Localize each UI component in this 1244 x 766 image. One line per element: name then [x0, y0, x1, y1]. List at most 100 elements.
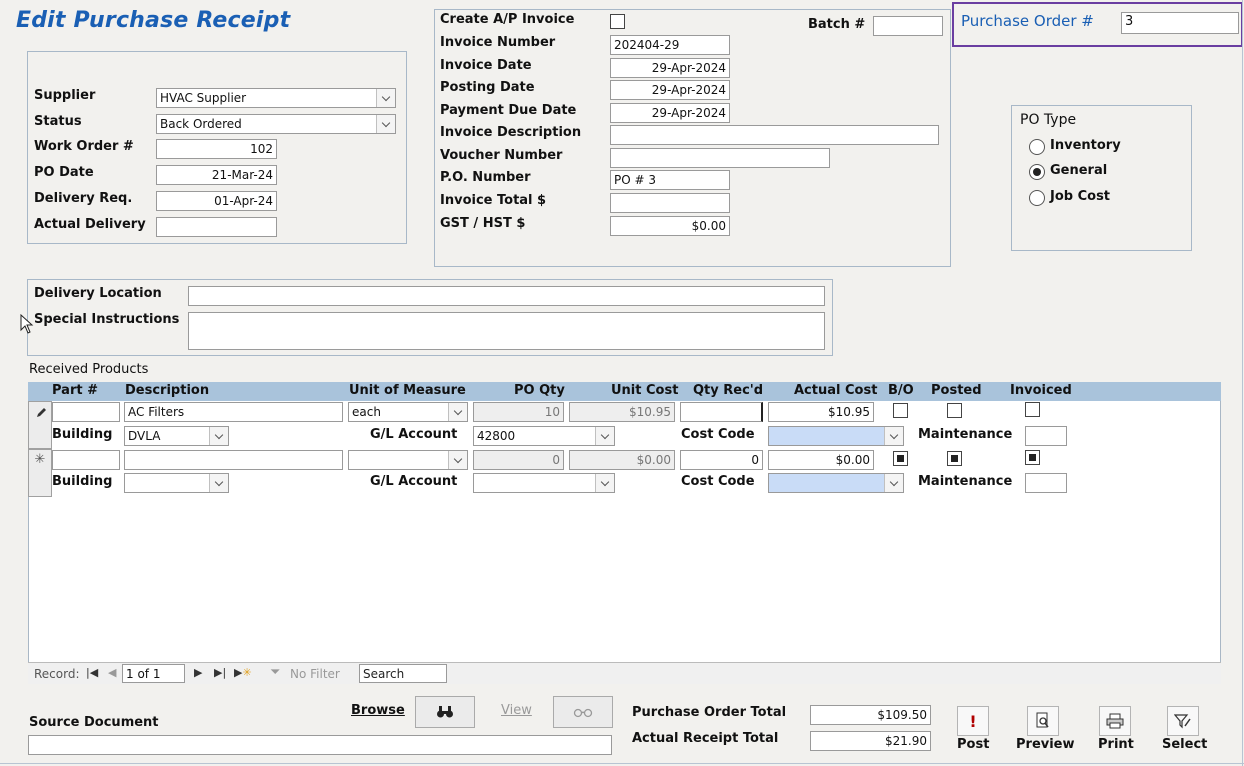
filter-icon[interactable]: ⏷ — [270, 665, 280, 680]
row2-invoiced-checkbox[interactable] — [1025, 450, 1040, 465]
chevron-down-icon[interactable] — [209, 474, 228, 492]
mouse-pointer-icon — [20, 314, 34, 334]
create-ap-label: Create A/P Invoice — [440, 12, 575, 27]
row2-part-field[interactable] — [52, 450, 120, 470]
prev-record-icon[interactable]: ◀ — [108, 666, 116, 679]
row-selector-new[interactable]: ✳ — [28, 449, 52, 497]
invoice-total-label: Invoice Total $ — [440, 193, 547, 208]
po-date-field[interactable]: 21-Mar-24 — [156, 165, 277, 185]
new-record-icon[interactable]: ▶✳ — [234, 666, 252, 679]
filter-select-icon — [1174, 714, 1191, 729]
payment-due-field[interactable]: 29-Apr-2024 — [610, 103, 730, 123]
delivery-req-field[interactable]: 01-Apr-24 — [156, 191, 277, 211]
invoice-desc-field[interactable] — [610, 125, 939, 145]
exclamation-icon: ! — [969, 711, 977, 731]
select-label: Select — [1162, 737, 1208, 752]
row1-bo-checkbox[interactable] — [893, 403, 908, 418]
chevron-down-icon[interactable] — [595, 474, 614, 492]
status-label: Status — [34, 114, 82, 129]
row1-actual-cost-field[interactable]: $10.95 — [768, 402, 874, 422]
post-button[interactable]: ! — [957, 706, 989, 736]
row1-posted-checkbox[interactable] — [947, 403, 962, 418]
print-label: Print — [1098, 737, 1134, 752]
first-record-icon[interactable]: |◀ — [86, 666, 98, 679]
supplier-combo[interactable]: HVAC Supplier — [156, 88, 396, 108]
row1-maintenance-field[interactable] — [1025, 426, 1067, 446]
last-record-icon[interactable]: ▶| — [214, 666, 226, 679]
row1-invoiced-checkbox[interactable] — [1025, 402, 1040, 417]
invoice-total-field[interactable] — [610, 193, 730, 213]
delivery-location-field[interactable] — [188, 286, 825, 306]
invoice-date-field[interactable]: 29-Apr-2024 — [610, 58, 730, 78]
preview-label: Preview — [1016, 737, 1075, 752]
right-edge — [1242, 0, 1243, 766]
row2-building-combo[interactable] — [124, 473, 229, 493]
row1-gl-combo[interactable]: 42800 — [473, 426, 615, 446]
row1-gl-value: 42800 — [477, 429, 516, 443]
row2-bo-checkbox[interactable] — [893, 451, 908, 466]
batch-field[interactable] — [873, 16, 943, 36]
row2-gl-combo[interactable] — [473, 473, 615, 493]
source-document-field[interactable] — [28, 735, 612, 755]
status-combo[interactable]: Back Ordered — [156, 114, 396, 134]
print-button[interactable] — [1099, 706, 1131, 736]
work-order-field[interactable]: 102 — [156, 139, 277, 159]
chevron-down-icon[interactable] — [595, 427, 614, 445]
status-value: Back Ordered — [160, 117, 242, 131]
supplier-label: Supplier — [34, 88, 96, 103]
post-label: Post — [957, 737, 990, 752]
chevron-down-icon[interactable] — [209, 427, 228, 445]
chevron-down-icon[interactable] — [448, 451, 467, 469]
row2-actual-cost-field[interactable]: $0.00 — [768, 450, 874, 470]
row1-cost-code-combo[interactable] — [768, 426, 904, 446]
po-number-label: Purchase Order # — [961, 12, 1094, 30]
row1-po-qty-field: 10 — [473, 402, 564, 422]
po-type-general-radio[interactable] — [1029, 164, 1045, 180]
page-title: Edit Purchase Receipt — [16, 8, 291, 33]
row2-description-field[interactable] — [124, 450, 343, 470]
chevron-down-icon[interactable] — [448, 403, 467, 421]
row1-building-combo[interactable]: DVLA — [124, 426, 229, 446]
row1-uom-combo[interactable]: each — [348, 402, 468, 422]
actual-delivery-field[interactable] — [156, 217, 277, 237]
col-invoiced: Invoiced — [1010, 383, 1072, 398]
row1-cost-code-label: Cost Code — [681, 427, 755, 442]
row-selector-editing[interactable] — [28, 401, 52, 449]
row2-uom-combo[interactable] — [348, 450, 468, 470]
row2-maintenance-field[interactable] — [1025, 473, 1067, 493]
delivery-location-label: Delivery Location — [34, 286, 162, 301]
row2-qty-recd-field[interactable]: 0 — [680, 450, 763, 470]
row1-part-field[interactable] — [52, 402, 120, 422]
chevron-down-icon[interactable] — [376, 89, 395, 107]
po-ref-field[interactable]: PO # 3 — [610, 170, 730, 190]
row2-gl-label: G/L Account — [370, 474, 458, 489]
chevron-down-icon[interactable] — [376, 115, 395, 133]
select-button[interactable] — [1167, 706, 1199, 736]
record-search-field[interactable]: Search — [359, 664, 447, 683]
browse-label[interactable]: Browse — [351, 703, 405, 718]
no-filter-label[interactable]: No Filter — [290, 667, 340, 681]
row2-building-label: Building — [52, 474, 113, 489]
invoice-number-field[interactable]: 202404-29 — [610, 35, 730, 55]
browse-button[interactable] — [415, 696, 475, 728]
special-instructions-field[interactable] — [188, 312, 825, 350]
po-type-inventory-radio[interactable] — [1029, 139, 1045, 155]
preview-button[interactable] — [1027, 706, 1059, 736]
record-position-field[interactable]: 1 of 1 — [122, 664, 185, 683]
row2-cost-code-combo[interactable] — [768, 473, 904, 493]
chevron-down-icon[interactable] — [884, 474, 903, 492]
voucher-field[interactable] — [610, 148, 830, 168]
row2-posted-checkbox[interactable] — [947, 451, 962, 466]
row2-po-qty-field: 0 — [473, 450, 564, 470]
gst-field[interactable]: $0.00 — [610, 216, 730, 236]
po-type-jobcost-radio[interactable] — [1029, 190, 1045, 206]
next-record-icon[interactable]: ▶ — [194, 666, 202, 679]
create-ap-checkbox[interactable] — [610, 14, 625, 29]
row2-maintenance-label: Maintenance — [918, 474, 1013, 489]
po-number-field[interactable]: 3 — [1121, 12, 1239, 34]
row1-description-field[interactable]: AC Filters — [124, 402, 343, 422]
posting-date-field[interactable]: 29-Apr-2024 — [610, 80, 730, 100]
col-posted: Posted — [931, 383, 982, 398]
chevron-down-icon[interactable] — [884, 427, 903, 445]
row1-qty-recd-field[interactable] — [680, 402, 763, 422]
